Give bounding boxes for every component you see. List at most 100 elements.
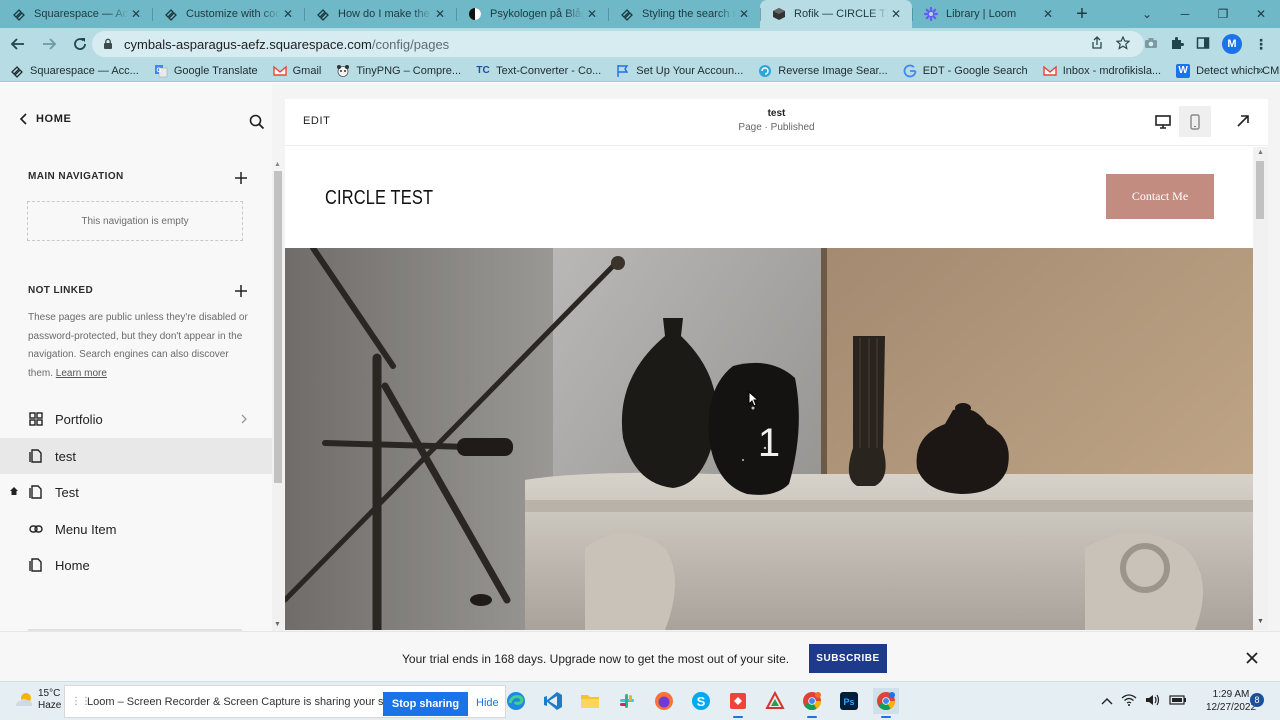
browser-tab[interactable]: Library | Loom ✕ <box>912 0 1064 28</box>
close-icon[interactable]: ✕ <box>432 6 448 22</box>
site-preview[interactable]: CIRCLE TEST Contact Me 1 <box>285 147 1253 630</box>
home-back-link[interactable]: HOME <box>18 113 71 125</box>
close-window-icon[interactable]: ✕ <box>1242 0 1280 28</box>
expand-arrow-icon[interactable] <box>1236 114 1250 128</box>
cube-icon <box>772 7 786 21</box>
scroll-down-arrow-icon[interactable]: ▼ <box>274 621 281 628</box>
back-button[interactable] <box>5 31 31 57</box>
chevron-up-icon[interactable] <box>1101 696 1113 708</box>
bookmark-item[interactable]: Gmail <box>272 64 321 78</box>
bookmark-item[interactable]: EDT - Google Search <box>903 64 1028 78</box>
maximize-icon[interactable]: ❐ <box>1204 0 1242 28</box>
grid-icon <box>29 412 43 426</box>
bookmark-item[interactable]: TC Text-Converter - Co... <box>476 64 601 78</box>
menu-kebab-icon[interactable]: ⋮ <box>1254 36 1268 53</box>
address-bar[interactable]: cymbals-asparagus-aefz.squarespace.com/c… <box>92 31 1144 57</box>
preview-scrollbar[interactable]: ▲ ▼ <box>1253 147 1268 630</box>
browser-tab-active[interactable]: Rofik — CIRCLE TEST ✕ <box>760 0 912 28</box>
forward-button[interactable] <box>36 31 62 57</box>
close-icon[interactable]: ✕ <box>280 6 296 22</box>
bookmark-item[interactable]: Squarespace — Acc... <box>10 64 139 78</box>
contact-me-button[interactable]: Contact Me <box>1106 174 1214 219</box>
page-item-portfolio[interactable]: Portfolio <box>0 401 272 437</box>
add-not-linked-page-button[interactable] <box>234 284 248 298</box>
new-tab-button[interactable]: + <box>1068 0 1096 28</box>
notification-badge[interactable]: 8 <box>1250 693 1264 707</box>
bookmarks-overflow-icon[interactable]: » <box>1257 63 1264 77</box>
extensions-puzzle-icon[interactable] <box>1170 36 1184 53</box>
browser-tab[interactable]: Psykologen på Blåg ✕ <box>456 0 608 28</box>
sidebar-scrollbar[interactable]: ▲ ▼ <box>272 161 284 631</box>
chrome-profile-icon[interactable] <box>873 688 899 718</box>
close-icon[interactable] <box>1245 651 1259 665</box>
page-item-test-homepage[interactable]: Test <box>0 474 272 510</box>
preview-scrollbar-thumb[interactable] <box>1256 161 1264 219</box>
bookmark-item[interactable]: TinyPNG – Compre... <box>336 64 461 78</box>
close-icon[interactable]: ✕ <box>1040 6 1056 22</box>
browser-tab[interactable]: Styling the search re ✕ <box>608 0 760 28</box>
site-title[interactable]: CIRCLE TEST <box>325 187 433 210</box>
subscribe-button[interactable]: SUBSCRIBE <box>809 644 887 673</box>
close-icon[interactable]: ✕ <box>736 6 752 22</box>
homepage-house-icon <box>9 486 19 496</box>
desktop-view-button[interactable] <box>1147 106 1179 137</box>
bookmark-item[interactable]: G Google Translate <box>154 64 258 78</box>
camera-extension-icon[interactable] <box>1144 36 1158 53</box>
volume-icon[interactable] <box>1145 694 1161 709</box>
sidebar-scrollbar-thumb[interactable] <box>274 171 282 483</box>
page-item-menu-item[interactable]: Menu Item <box>0 511 272 547</box>
skype-icon[interactable]: S <box>688 688 714 714</box>
photoshop-icon[interactable]: Ps <box>836 688 862 714</box>
stop-sharing-button[interactable]: Stop sharing <box>383 692 468 716</box>
chrome-icon[interactable] <box>799 688 825 718</box>
acrobat-icon[interactable] <box>762 688 788 714</box>
close-icon[interactable]: ✕ <box>128 6 144 22</box>
drag-handle-icon[interactable]: ⋮⋮ <box>71 696 91 707</box>
close-icon[interactable]: ✕ <box>888 6 904 22</box>
bookmark-star-icon[interactable] <box>1115 35 1131 53</box>
weather-widget[interactable]: 15°C Haze <box>14 688 61 712</box>
slack-icon[interactable] <box>614 688 640 714</box>
scroll-down-arrow-icon[interactable]: ▼ <box>1257 618 1264 625</box>
profile-avatar[interactable]: M <box>1222 34 1242 54</box>
link-icon <box>29 522 43 536</box>
reload-button[interactable] <box>67 31 93 57</box>
browser-tab[interactable]: How do I make the he ✕ <box>304 0 456 28</box>
wifi-icon[interactable] <box>1121 694 1137 709</box>
add-main-nav-page-button[interactable] <box>234 171 248 185</box>
tab-title: Library | Loom <box>946 8 1017 20</box>
tab-title: Squarespace — Acco <box>34 8 128 20</box>
bookmark-item[interactable]: Set Up Your Accoun... <box>616 64 743 78</box>
firefox-icon[interactable] <box>651 688 677 714</box>
share-icon[interactable] <box>1090 35 1104 53</box>
side-panel-icon[interactable] <box>1196 36 1210 53</box>
file-explorer-icon[interactable] <box>577 688 603 714</box>
search-icon[interactable] <box>249 114 265 130</box>
system-clock[interactable]: 1:29 AM 12/27/2022 <box>1206 688 1256 714</box>
bookmark-item[interactable]: Reverse Image Sear... <box>758 64 888 78</box>
bookmark-item[interactable]: WDetect which CMS... <box>1176 63 1280 78</box>
anydesk-icon[interactable] <box>725 688 751 718</box>
close-icon[interactable]: ✕ <box>584 6 600 22</box>
page-title: test <box>767 108 786 119</box>
browser-tab[interactable]: Customize with code ✕ <box>152 0 304 28</box>
learn-more-link[interactable]: Learn more <box>56 368 107 379</box>
bookmark-item[interactable]: Inbox - mdrofikisla... <box>1042 64 1161 78</box>
scroll-up-arrow-icon[interactable]: ▲ <box>274 161 281 168</box>
edge-icon[interactable] <box>503 688 529 714</box>
chevron-right-icon <box>240 414 248 424</box>
tab-search-icon[interactable]: ⌄ <box>1128 0 1166 28</box>
mobile-view-button[interactable] <box>1179 106 1211 137</box>
page-item-test-selected[interactable]: test <box>0 438 272 474</box>
hero-image[interactable]: 1 <box>285 248 1253 630</box>
scroll-up-arrow-icon[interactable]: ▲ <box>1257 149 1264 156</box>
vscode-icon[interactable] <box>540 688 566 714</box>
battery-icon[interactable] <box>1169 695 1187 708</box>
page-editor: EDIT test Page · Published CIRCLE TEST C… <box>285 99 1268 630</box>
browser-tab[interactable]: Squarespace — Acco ✕ <box>0 0 152 28</box>
minimize-icon[interactable]: ─ <box>1166 0 1204 28</box>
lock-icon[interactable] <box>102 38 114 50</box>
page-item-home[interactable]: Home <box>0 547 272 583</box>
svg-text:S: S <box>697 694 706 709</box>
hide-sharing-bar-button[interactable]: Hide <box>476 697 499 709</box>
